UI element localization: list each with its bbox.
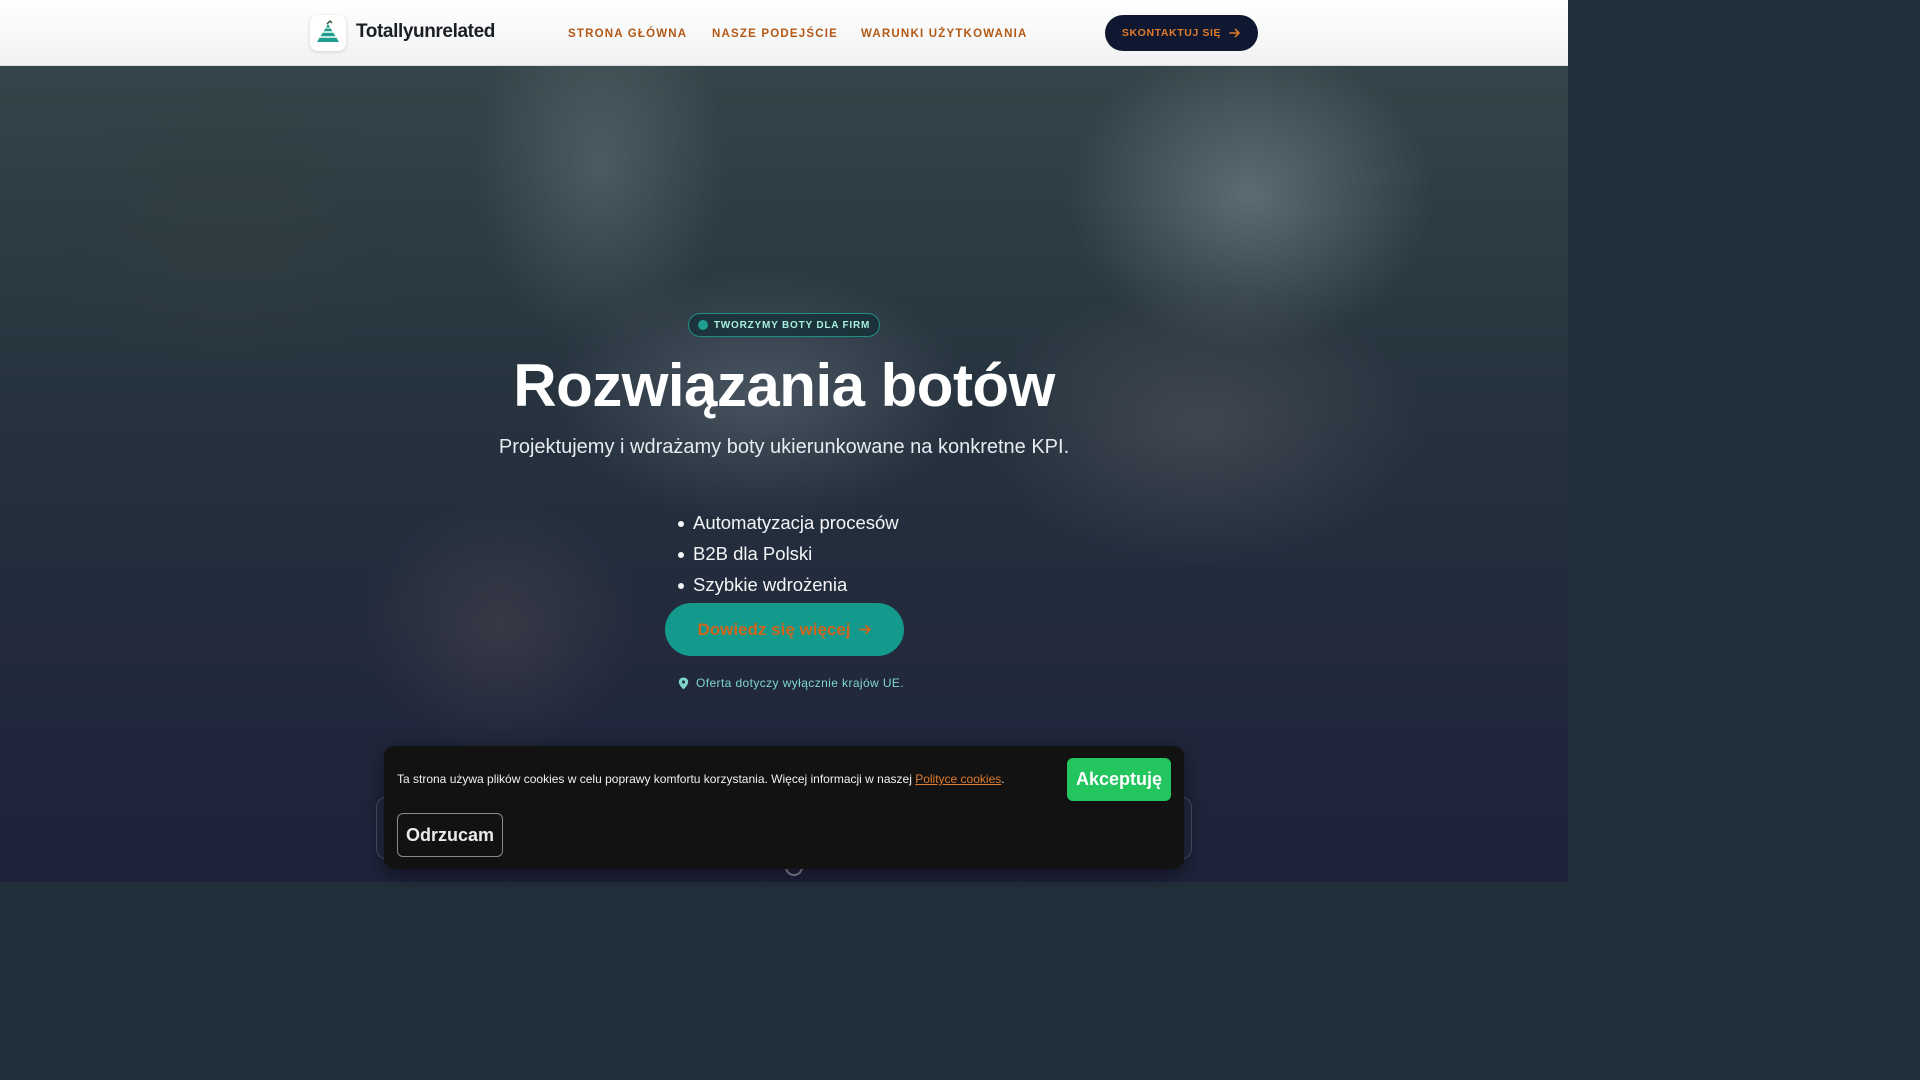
contact-button-label: SKONTAKTUJ SIĘ — [1121, 27, 1222, 39]
feature-item: Automatyzacja procesów — [678, 510, 899, 541]
learn-more-button[interactable]: Dowiedz się więcej — [665, 603, 904, 656]
site-header: Totallyunrelated STRONA GŁÓWNA NASZE POD… — [0, 0, 1568, 66]
badge-dot-icon — [697, 320, 708, 330]
cookie-text-after: . — [1001, 772, 1005, 786]
reject-cookies-button[interactable]: Odrzucam — [397, 813, 503, 857]
feature-item: B2B dla Polski — [678, 541, 899, 572]
cookie-message: Ta strona używa plików cookies w celu po… — [397, 772, 1005, 786]
cookie-text-before: Ta strona używa plików cookies w celu po… — [397, 772, 916, 786]
contact-button[interactable]: SKONTAKTUJ SIĘ — [1105, 15, 1258, 51]
feature-item: Szybkie wdrożenia — [678, 572, 899, 603]
arrow-right-icon — [1229, 28, 1240, 38]
nav-item-home[interactable]: STRONA GŁÓWNA — [568, 28, 687, 40]
badge-label: TWORZYMY BOTY DLA FIRM — [713, 319, 871, 331]
map-pin-icon — [678, 677, 689, 689]
hero-subtitle: Projektujemy i wdrażamy boty ukierunkowa… — [498, 436, 1070, 458]
logo-text[interactable]: Totallyunrelated — [356, 21, 495, 43]
learn-more-label: Dowiedz się więcej — [697, 619, 851, 639]
eu-note-text: Oferta dotyczy wyłącznie krajów UE. — [696, 676, 905, 690]
cookie-banner: Ta strona używa plików cookies w celu po… — [384, 746, 1184, 869]
accept-cookies-button[interactable]: Akceptuję — [1067, 758, 1171, 801]
hero-badge: TWORZYMY BOTY DLA FIRM — [688, 313, 880, 337]
hero-title: Rozwiązania botów — [513, 352, 1055, 419]
cookie-policy-link[interactable]: Polityce cookies — [915, 772, 1001, 786]
eu-note: Oferta dotyczy wyłącznie krajów UE. — [678, 676, 904, 690]
arrow-right-icon — [858, 624, 871, 635]
feature-list: Automatyzacja procesów B2B dla Polski Sz… — [678, 510, 899, 603]
nav-item-approach[interactable]: NASZE PODEJŚCIE — [712, 28, 838, 40]
logo-icon[interactable] — [310, 15, 346, 51]
nav-item-terms[interactable]: WARUNKI UŻYTKOWANIA — [861, 28, 1028, 40]
